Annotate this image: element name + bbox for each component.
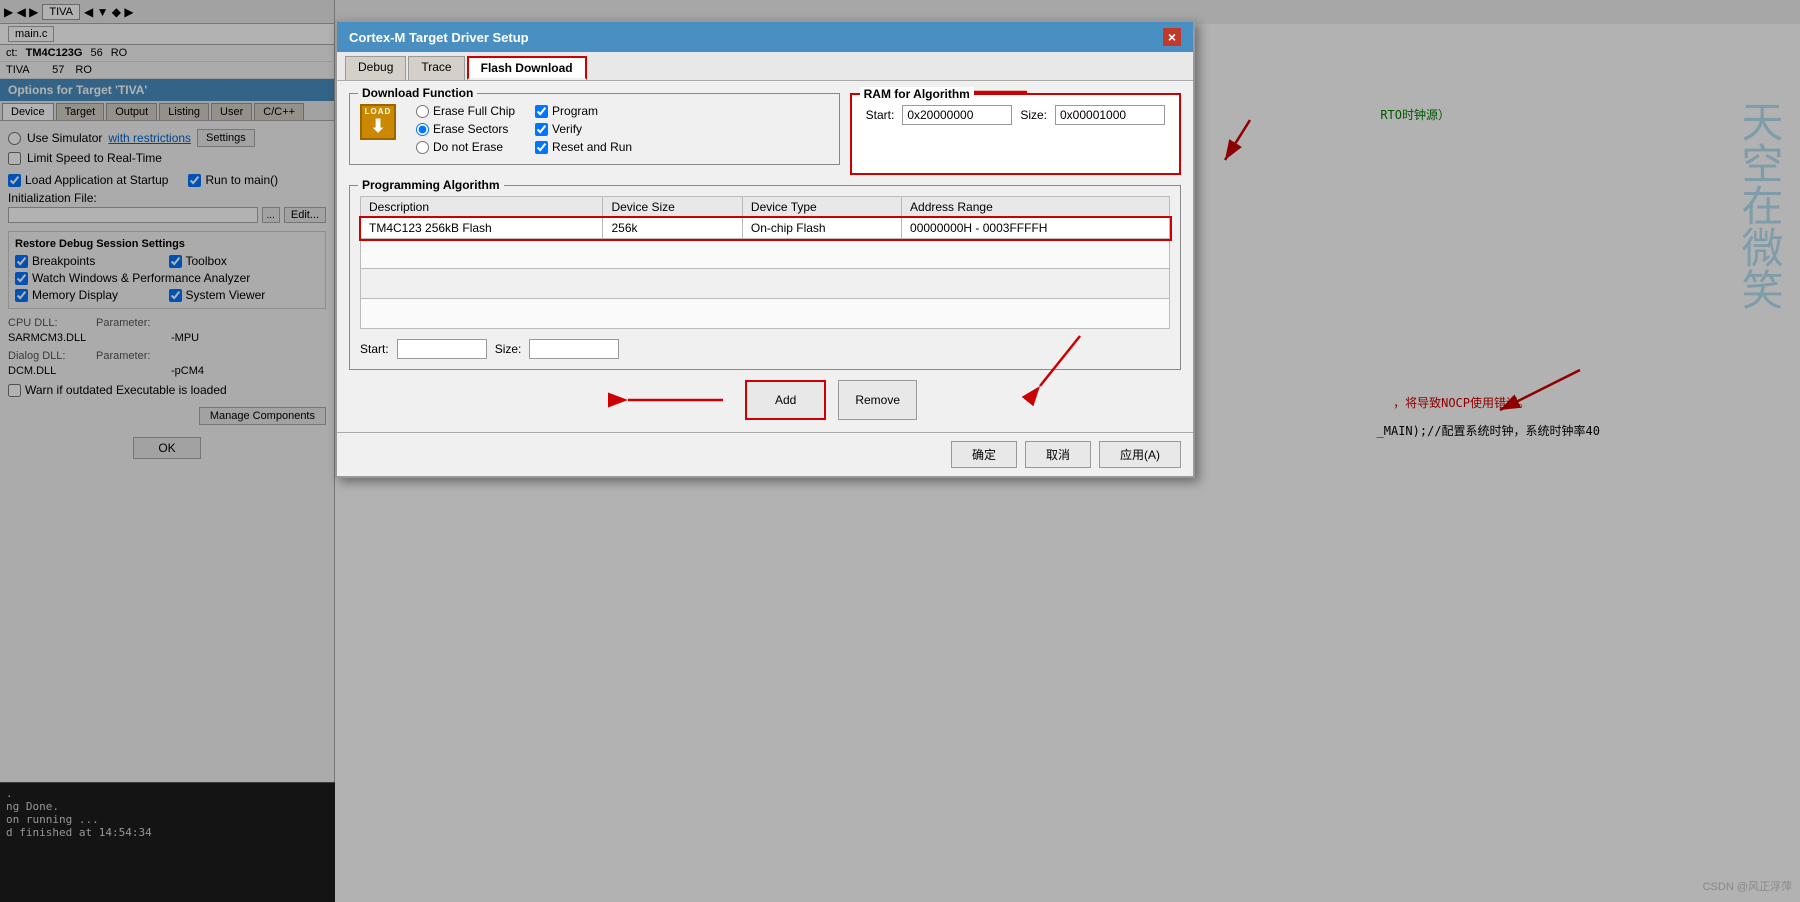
row-device-size: 256k: [603, 218, 742, 239]
do-not-erase-label: Do not Erase: [433, 140, 503, 154]
erase-sectors-label: Erase Sectors: [433, 122, 508, 136]
ram-size-input[interactable]: [1055, 105, 1165, 125]
verify-checkbox[interactable]: [535, 123, 548, 136]
col-address-range: Address Range: [902, 197, 1170, 218]
programming-algorithm-section: Programming Algorithm Description Device…: [349, 185, 1181, 370]
ram-inner: Start: Size:: [866, 105, 1165, 125]
row-description: TM4C123 256kB Flash: [361, 218, 603, 239]
empty-row-1: [361, 239, 1170, 269]
tab-debug[interactable]: Debug: [345, 56, 406, 80]
ram-legend: RAM for Algorithm: [860, 87, 974, 101]
cortex-m-dialog: Cortex-M Target Driver Setup × Debug Tra…: [335, 20, 1195, 478]
row-address-range: 00000000H - 0003FFFFH: [902, 218, 1170, 239]
verify-label: Verify: [552, 122, 582, 136]
reset-run-checkbox[interactable]: [535, 141, 548, 154]
apply-button[interactable]: 应用(A): [1099, 441, 1181, 468]
dialog-content: Download Function LOAD ⬇ Erase Full Chip: [337, 81, 1193, 432]
dialog-close-button[interactable]: ×: [1163, 28, 1181, 46]
dialog-tabs: Debug Trace Flash Download: [337, 52, 1193, 81]
dialog-titlebar: Cortex-M Target Driver Setup ×: [337, 22, 1193, 52]
load-icon-text: LOAD ⬇: [365, 107, 392, 137]
col-description: Description: [361, 197, 603, 218]
do-not-erase-radio[interactable]: [416, 141, 429, 154]
program-label: Program: [552, 104, 598, 118]
empty-row-2: [361, 269, 1170, 299]
reset-run-option: Reset and Run: [535, 140, 632, 154]
ram-start-input[interactable]: [902, 105, 1012, 125]
confirm-button[interactable]: 确定: [951, 441, 1017, 468]
start-input[interactable]: [397, 339, 487, 359]
download-function-inner: LOAD ⬇ Erase Full Chip Erase Sectors: [360, 104, 829, 154]
tab-flash-download[interactable]: Flash Download: [467, 56, 587, 80]
program-option: Program: [535, 104, 632, 118]
remove-button[interactable]: Remove: [838, 380, 917, 420]
start-label: Start:: [360, 342, 389, 356]
download-function-section: Download Function LOAD ⬇ Erase Full Chip: [349, 93, 840, 165]
col-device-size: Device Size: [603, 197, 742, 218]
erase-full-chip-radio[interactable]: [416, 105, 429, 118]
dialog-footer: 确定 取消 应用(A): [337, 432, 1193, 476]
download-function-legend: Download Function: [358, 86, 477, 100]
erase-options: Erase Full Chip Erase Sectors Do not Era…: [416, 104, 515, 154]
ram-start-label: Start:: [866, 108, 895, 122]
erase-full-chip-label: Erase Full Chip: [433, 104, 515, 118]
erase-sectors-option: Erase Sectors: [416, 122, 515, 136]
erase-full-chip-option: Erase Full Chip: [416, 104, 515, 118]
erase-sectors-radio[interactable]: [416, 123, 429, 136]
ram-size-label: Size:: [1020, 108, 1047, 122]
top-row: Download Function LOAD ⬇ Erase Full Chip: [349, 93, 1181, 175]
start-size-row: Start: Size:: [360, 339, 1170, 359]
size-input[interactable]: [529, 339, 619, 359]
add-remove-row: Add Remove: [349, 380, 1181, 420]
load-icon: LOAD ⬇: [360, 104, 396, 140]
do-not-erase-option: Do not Erase: [416, 140, 515, 154]
ram-for-algorithm-section: RAM for Algorithm Start: Size:: [850, 93, 1181, 175]
add-button[interactable]: Add: [745, 380, 826, 420]
size-label: Size:: [495, 342, 522, 356]
reset-run-label: Reset and Run: [552, 140, 632, 154]
empty-row-3: [361, 299, 1170, 329]
algo-table: Description Device Size Device Type Addr…: [360, 196, 1170, 329]
row-device-type: On-chip Flash: [742, 218, 901, 239]
cancel-button[interactable]: 取消: [1025, 441, 1091, 468]
table-row[interactable]: TM4C123 256kB Flash 256k On-chip Flash 0…: [361, 218, 1170, 239]
arrow-add-svg: [613, 380, 733, 420]
program-checkbox[interactable]: [535, 105, 548, 118]
dialog-title: Cortex-M Target Driver Setup: [349, 30, 529, 45]
col-device-type: Device Type: [742, 197, 901, 218]
csdn-watermark: CSDN @风正浮萍: [1703, 878, 1792, 894]
tab-trace[interactable]: Trace: [408, 56, 464, 80]
algo-legend: Programming Algorithm: [358, 178, 504, 192]
verify-option: Verify: [535, 122, 632, 136]
program-options: Program Verify Reset and Run: [535, 104, 632, 154]
